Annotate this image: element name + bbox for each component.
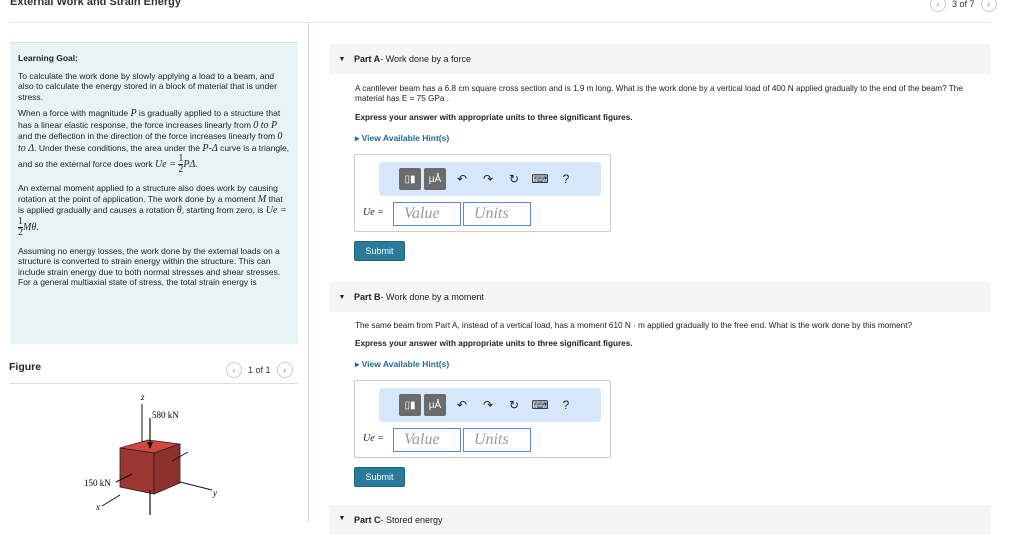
undo-icon[interactable]: ↶ xyxy=(449,398,475,412)
reset-icon[interactable]: ↻ xyxy=(501,398,527,412)
part-a-submit-button[interactable]: Submit xyxy=(354,241,405,261)
answer-variable: Ue = xyxy=(363,207,384,218)
part-c-label: Part C xyxy=(354,515,381,525)
part-b-header[interactable]: ▼ Part B - Work done by a moment xyxy=(330,282,990,312)
part-a-answer-box: ▯▮ μÅ ↶ ↷ ↻ ⌨ ? Ue = Value Units xyxy=(354,154,611,232)
next-problem-button[interactable]: › xyxy=(980,0,997,12)
templates-icon[interactable]: ▯▮ xyxy=(399,394,421,416)
divider xyxy=(10,383,298,384)
answer-variable: Ue = xyxy=(363,433,384,444)
problem-pager: ‹ 3 of 7 › xyxy=(930,0,997,12)
x-axis xyxy=(101,494,121,507)
learning-goal-panel: Learning Goal: To calculate the work don… xyxy=(10,42,298,344)
y-axis xyxy=(179,481,213,491)
figure-title: Figure xyxy=(9,361,42,373)
panel-divider[interactable] xyxy=(308,23,309,522)
part-a-label: Part A xyxy=(354,54,381,64)
part-a-instruction: Express your answer with appropriate uni… xyxy=(355,113,633,122)
part-b-question: The same beam from Part A, instead of a … xyxy=(355,321,913,330)
templates-icon[interactable]: ▯▮ xyxy=(399,168,421,190)
page-title: External Work and Strain Energy xyxy=(10,0,181,8)
learning-goal-heading: Learning Goal: xyxy=(18,53,78,63)
part-b-hint-link[interactable]: ▸ View Available Hint(s) xyxy=(355,359,449,369)
part-b-title: - Work done by a moment xyxy=(380,292,484,302)
undo-icon[interactable]: ↶ xyxy=(449,172,475,186)
x-label: x xyxy=(95,502,100,512)
divider xyxy=(10,22,990,23)
collapse-icon[interactable]: ▼ xyxy=(330,515,354,522)
part-a-header[interactable]: ▼ Part A - Work done by a force xyxy=(330,44,990,74)
units-input[interactable]: Units xyxy=(463,202,531,226)
units-button[interactable]: μÅ xyxy=(424,394,446,416)
prev-problem-button[interactable]: ‹ xyxy=(930,0,946,12)
part-c-header[interactable]: ▼ Part C - Stored energy xyxy=(330,505,990,535)
cube-front xyxy=(119,447,155,495)
help-button[interactable]: ? xyxy=(553,172,579,186)
keyboard-icon[interactable]: ⌨ xyxy=(527,398,553,412)
reset-icon[interactable]: ↻ xyxy=(501,172,527,186)
part-a-hint-link[interactable]: ▸ View Available Hint(s) xyxy=(355,133,449,143)
part-c-title: - Stored energy xyxy=(380,515,443,525)
keyboard-icon[interactable]: ⌨ xyxy=(527,172,553,186)
cube-side xyxy=(153,443,181,495)
load-580-label: 580 kN xyxy=(152,410,179,420)
help-button[interactable]: ? xyxy=(553,398,579,412)
units-input[interactable]: Units xyxy=(463,428,531,452)
goal-moment-paragraph: An external moment applied to a structur… xyxy=(18,183,287,238)
next-figure-button[interactable]: › xyxy=(276,362,293,378)
load-150-label: 150 kN xyxy=(84,478,111,488)
redo-icon[interactable]: ↷ xyxy=(475,398,501,412)
part-b-answer-box: ▯▮ μÅ ↶ ↷ ↻ ⌨ ? Ue = Value Units xyxy=(354,380,611,458)
part-b-instruction: Express your answer with appropriate uni… xyxy=(355,339,633,348)
collapse-icon[interactable]: ▼ xyxy=(330,56,354,63)
z-label: z xyxy=(140,392,145,402)
math-toolbar: ▯▮ μÅ ↶ ↷ ↻ ⌨ ? xyxy=(379,388,601,422)
value-input[interactable]: Value xyxy=(393,428,461,452)
figure-pager: ‹ 1 of 1 › xyxy=(226,362,293,378)
part-a-title: - Work done by a force xyxy=(380,54,472,64)
goal-intro: To calculate the work done by slowly app… xyxy=(18,70,277,102)
goal-strain-paragraph: Assuming no energy losses, the work done… xyxy=(18,245,281,288)
y-label: y xyxy=(212,488,217,498)
part-b-submit-button[interactable]: Submit xyxy=(354,467,405,487)
goal-force-paragraph: When a force with magnitude P is gradual… xyxy=(18,108,290,175)
prev-figure-button[interactable]: ‹ xyxy=(226,362,242,378)
cube-figure: z y x 580 kN 150 kN xyxy=(84,392,217,515)
figure-counter: 1 of 1 xyxy=(248,365,271,375)
collapse-icon[interactable]: ▼ xyxy=(330,294,354,301)
redo-icon[interactable]: ↷ xyxy=(475,172,501,186)
value-input[interactable]: Value xyxy=(393,202,461,226)
math-toolbar: ▯▮ μÅ ↶ ↷ ↻ ⌨ ? xyxy=(379,162,601,196)
units-button[interactable]: μÅ xyxy=(424,168,446,190)
problem-counter: 3 of 7 xyxy=(952,0,975,9)
part-b-label: Part B xyxy=(354,292,381,302)
part-a-question: A cantilever beam has a 6.8 cm square cr… xyxy=(355,84,963,103)
